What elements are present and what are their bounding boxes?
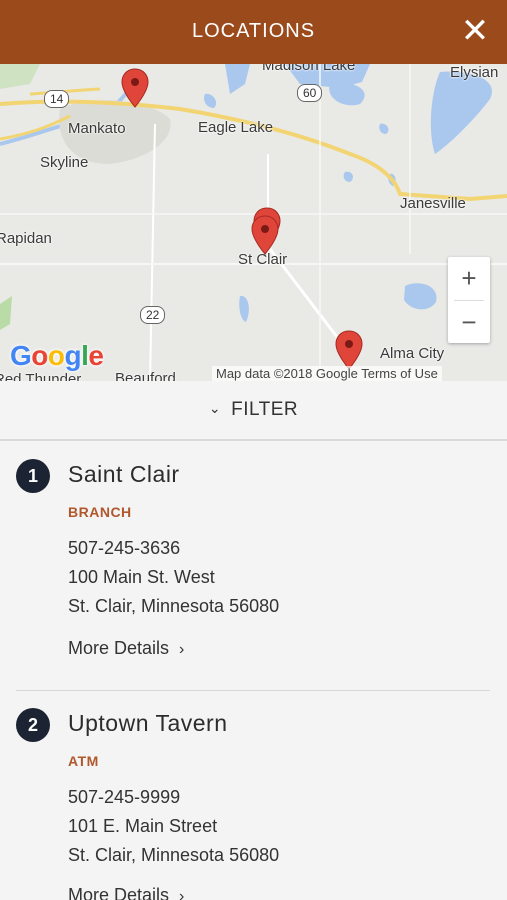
location-address-line1: 101 E. Main Street [68, 816, 218, 836]
map-pin-marker[interactable] [121, 68, 149, 108]
location-phone[interactable]: 507-245-9999 [68, 787, 180, 808]
location-list: 1 Saint Clair BRANCH 507-245-3636 100 Ma… [0, 441, 507, 900]
location-type: ATM [68, 753, 99, 769]
location-address-line2: St. Clair, Minnesota 56080 [68, 596, 280, 616]
lake [225, 64, 250, 94]
chevron-right-icon: › [179, 888, 185, 900]
more-details-link[interactable]: More Details › [68, 638, 184, 659]
filter-label: FILTER [231, 399, 299, 420]
header-bar: LOCATIONS ✕ [0, 0, 507, 64]
page-title: LOCATIONS [191, 20, 316, 42]
map-label-eagle-lake: Eagle Lake [198, 119, 274, 136]
map-view[interactable]: Madison Lake Elysian Mankato Eagle Lake … [0, 64, 507, 381]
chevron-down-icon: ⌄ [208, 400, 222, 416]
lake [430, 71, 492, 154]
map-label-skyline: Skyline [40, 154, 89, 171]
chevron-right-icon: › [179, 641, 185, 658]
google-logo: Google [10, 340, 104, 371]
filter-toggle[interactable]: ⌄ FILTER [0, 381, 507, 441]
more-details-label: More Details [68, 885, 170, 900]
map-attribution[interactable]: Map data ©2018 Google Terms of Use [212, 366, 442, 381]
zoom-controls: + − [448, 257, 490, 343]
location-phone[interactable]: 507-245-3636 [68, 538, 180, 559]
more-details-label: More Details [68, 638, 170, 658]
lake [343, 171, 353, 182]
road [149, 123, 156, 381]
map-label-mankato: Mankato [68, 120, 126, 137]
route-shield-14: 14 [44, 90, 70, 108]
lake [329, 82, 365, 106]
location-number-badge: 2 [16, 708, 50, 742]
map-label-red-thunder: Red Thunder [0, 371, 82, 381]
park [0, 64, 40, 89]
map-label-madison-lake: Madison Lake [262, 64, 356, 74]
lake [204, 93, 217, 108]
list-item[interactable]: 2 Uptown Tavern ATM 507-245-9999 101 E. … [0, 691, 507, 900]
lake [239, 295, 249, 322]
close-button[interactable]: ✕ [459, 14, 491, 50]
zoom-in-button[interactable]: + [448, 257, 490, 299]
park [0, 296, 12, 330]
location-type: BRANCH [68, 504, 132, 520]
location-address-line1: 100 Main St. West [68, 567, 215, 587]
map-label-janesville: Janesville [400, 195, 466, 212]
map-label-alma-city: Alma City [380, 345, 445, 362]
location-name: Saint Clair [68, 461, 180, 487]
map-label-rapidan: Rapidan [0, 230, 52, 247]
route-shield-22: 22 [140, 306, 166, 324]
list-item[interactable]: 1 Saint Clair BRANCH 507-245-3636 100 Ma… [0, 441, 507, 691]
location-name: Uptown Tavern [68, 710, 228, 736]
location-number-badge: 1 [16, 459, 50, 493]
map-pin-marker[interactable] [251, 215, 279, 255]
lake [404, 283, 437, 310]
zoom-out-button[interactable]: − [448, 301, 490, 343]
route-shield-60: 60 [297, 84, 323, 102]
map-label-elysian: Elysian [450, 64, 499, 81]
more-details-link[interactable]: More Details › [68, 885, 184, 900]
lake [379, 123, 389, 134]
map-pin-marker[interactable] [335, 330, 363, 370]
map-label-beauford: Beauford [115, 370, 176, 381]
close-icon: ✕ [460, 12, 490, 50]
location-address-line2: St. Clair, Minnesota 56080 [68, 845, 280, 865]
